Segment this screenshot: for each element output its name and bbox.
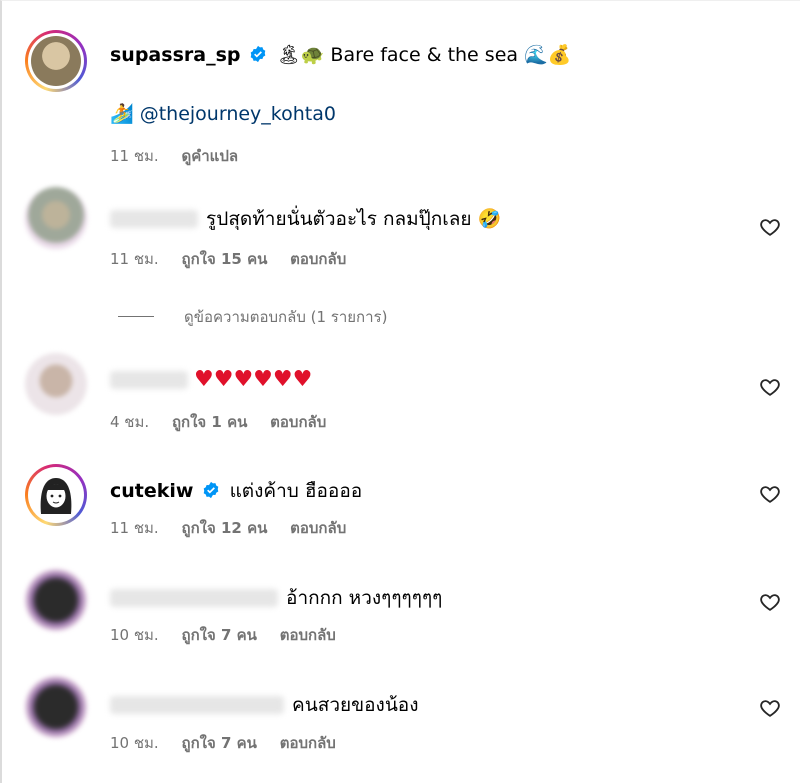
- heart-outline-icon[interactable]: [759, 697, 781, 719]
- cartoon-girl-icon: [40, 478, 72, 514]
- reply-button[interactable]: ตอบกลับ: [290, 519, 346, 537]
- heart-outline-icon[interactable]: [759, 483, 781, 505]
- comment-username-blurred[interactable]: [110, 371, 188, 389]
- caption-tail-emoji: 🌊💰: [524, 44, 572, 66]
- comment-meta: 10 ชม. ถูกใจ 7 คน ตอบกลับ: [110, 623, 354, 647]
- comment-time[interactable]: 10 ชม.: [110, 734, 159, 752]
- comment-hearts: ♥♥♥♥♥♥: [194, 367, 313, 392]
- comment-text: คนสวยของน้อง: [292, 694, 419, 716]
- post-author-username[interactable]: supassra_sp: [110, 44, 240, 66]
- post-meta: 11 ชม. ดูคำแปล: [110, 144, 256, 168]
- reply-button[interactable]: ตอบกลับ: [280, 626, 336, 644]
- comment-time[interactable]: 11 ชม.: [110, 250, 159, 268]
- comments-panel: supassra_sp 🏝🐢 Bare face & the sea 🌊💰 🏄 …: [0, 0, 800, 783]
- caption-lead-emoji: 🏝🐢: [276, 44, 325, 66]
- comment-likes[interactable]: ถูกใจ 1 คน: [172, 413, 247, 431]
- comment-row: คนสวยของน้อง: [110, 690, 419, 720]
- post-mention-row: 🏄 @thejourney_kohta0: [110, 102, 336, 125]
- surf-emoji: 🏄: [110, 103, 134, 125]
- comment-avatar[interactable]: [25, 464, 87, 526]
- comment-text: แต่งค้าบ ฮืออออ: [229, 480, 363, 502]
- comment-likes[interactable]: ถูกใจ 7 คน: [181, 626, 256, 644]
- post-author-avatar[interactable]: [25, 30, 87, 92]
- verified-badge-icon: [203, 481, 218, 499]
- replies-divider: [118, 316, 154, 317]
- comment-avatar[interactable]: [25, 676, 87, 738]
- view-replies-button[interactable]: ดูข้อความตอบกลับ (1 รายการ): [118, 305, 387, 329]
- comment-row: รูปสุดท้ายนั่นตัวอะไร กลมปุ๊กเลย 🤣: [110, 204, 501, 234]
- comment-emoji: 🤣: [477, 208, 502, 230]
- reply-button[interactable]: ตอบกลับ: [280, 734, 336, 752]
- post-caption-row: supassra_sp 🏝🐢 Bare face & the sea 🌊💰: [110, 43, 571, 66]
- comment-username-blurred[interactable]: [110, 589, 278, 607]
- comment-row: อ้ากกก หวงๆๆๆๆๆๆ: [110, 583, 442, 613]
- post-caption: Bare face & the sea: [330, 44, 519, 66]
- post-time[interactable]: 11 ชม.: [110, 147, 159, 165]
- comment-text: รูปสุดท้ายนั่นตัวอะไร กลมปุ๊กเลย: [206, 208, 472, 230]
- comment-meta: 11 ชม. ถูกใจ 12 คน ตอบกลับ: [110, 516, 364, 540]
- comment-avatar[interactable]: [25, 569, 87, 631]
- heart-outline-icon[interactable]: [759, 376, 781, 398]
- comment-likes[interactable]: ถูกใจ 12 คน: [181, 519, 267, 537]
- translate-button[interactable]: ดูคำแปล: [181, 147, 238, 165]
- comment-likes[interactable]: ถูกใจ 7 คน: [181, 734, 256, 752]
- view-replies-label: ดูข้อความตอบกลับ (1 รายการ): [184, 308, 388, 326]
- comment-avatar[interactable]: [25, 187, 87, 249]
- verified-badge-icon: [250, 45, 265, 63]
- comment-avatar[interactable]: [25, 353, 87, 415]
- comment-meta: 10 ชม. ถูกใจ 7 คน ตอบกลับ: [110, 731, 354, 755]
- comment-username[interactable]: cutekiw: [110, 480, 193, 502]
- comment-meta: 4 ชม. ถูกใจ 1 คน ตอบกลับ: [110, 410, 344, 434]
- heart-outline-icon[interactable]: [759, 591, 781, 613]
- comment-likes[interactable]: ถูกใจ 15 คน: [181, 250, 267, 268]
- comment-username-blurred[interactable]: [110, 210, 198, 228]
- comment-text: อ้ากกก หวงๆๆๆๆๆๆ: [286, 587, 443, 609]
- post-mention-link[interactable]: @thejourney_kohta0: [140, 103, 336, 125]
- comment-row: ♥♥♥♥♥♥: [110, 367, 315, 392]
- comment-time[interactable]: 11 ชม.: [110, 519, 159, 537]
- comment-row: cutekiw แต่งค้าบ ฮืออออ: [110, 476, 362, 506]
- reply-button[interactable]: ตอบกลับ: [290, 250, 346, 268]
- heart-outline-icon[interactable]: [759, 216, 781, 238]
- comment-time[interactable]: 10 ชม.: [110, 626, 159, 644]
- comment-username-blurred[interactable]: [110, 696, 284, 714]
- comment-time[interactable]: 4 ชม.: [110, 413, 149, 431]
- comment-meta: 11 ชม. ถูกใจ 15 คน ตอบกลับ: [110, 247, 364, 271]
- reply-button[interactable]: ตอบกลับ: [270, 413, 326, 431]
